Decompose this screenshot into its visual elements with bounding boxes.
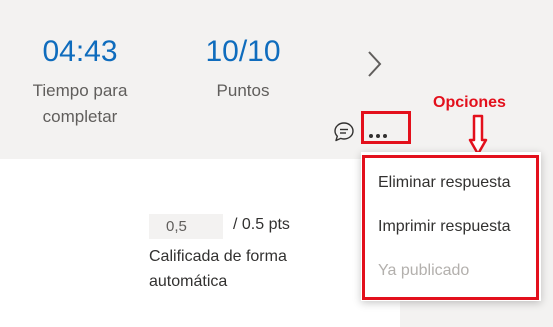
response-summary-card: 04:43 Tiempo para completar 10/10 Puntos xyxy=(0,0,400,159)
score-max-label: / 0.5 pts xyxy=(233,216,290,233)
points-value: 10/10 xyxy=(205,35,281,68)
annotation-label: Opciones xyxy=(433,94,506,111)
time-to-complete-value: 04:43 xyxy=(42,35,118,68)
options-menu-highlight xyxy=(362,155,539,300)
next-response-button[interactable] xyxy=(362,47,386,81)
comment-icon xyxy=(334,122,354,142)
time-to-complete-label: Tiempo para completar xyxy=(15,78,145,130)
time-label-line-1: Tiempo para xyxy=(32,81,128,100)
points-label: Puntos xyxy=(216,81,270,100)
score-input[interactable] xyxy=(149,214,223,239)
more-options-highlight xyxy=(361,111,411,144)
time-label-line-2: completar xyxy=(42,107,118,126)
chevron-right-icon xyxy=(368,51,382,77)
graded-status: Calificada de forma automática xyxy=(149,248,287,290)
comment-button[interactable] xyxy=(333,121,355,143)
